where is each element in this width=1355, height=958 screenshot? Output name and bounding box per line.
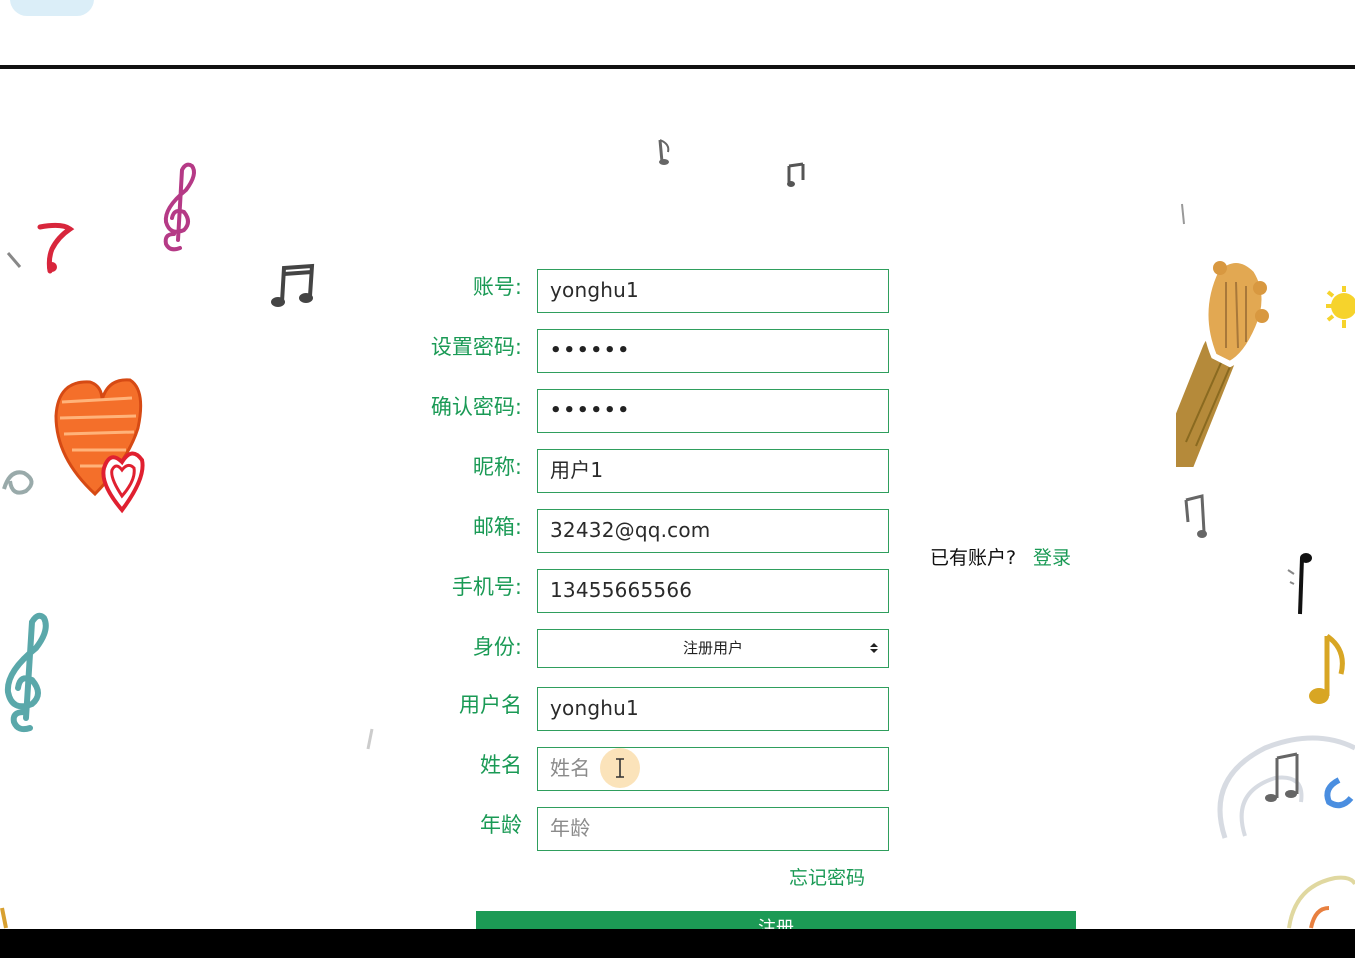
- select-arrows-icon: [870, 643, 878, 653]
- email-label: 邮箱:: [472, 515, 522, 539]
- forgot-password-link[interactable]: 忘记密码: [789, 863, 865, 890]
- cloud-decoration: [10, 0, 94, 16]
- nickname-label: 昵称:: [472, 455, 522, 479]
- account-input[interactable]: yonghu1: [537, 269, 889, 313]
- music-note-icon: [1184, 494, 1207, 538]
- top-header: [0, 0, 1355, 66]
- register-button[interactable]: 注册: [476, 911, 1076, 929]
- guitar-icon: [1176, 257, 1269, 467]
- role-select-value: 注册用户: [682, 639, 743, 657]
- confirm-password-label: 确认密码:: [430, 395, 522, 419]
- password-input[interactable]: ••••••: [537, 329, 889, 373]
- heart-icon: [54, 378, 145, 514]
- age-input[interactable]: 年龄: [537, 807, 889, 851]
- nickname-input[interactable]: 用户1: [537, 449, 889, 493]
- account-label: 账号:: [472, 275, 522, 299]
- music-note-icon: [6, 222, 75, 274]
- treble-clef-icon: [4, 612, 49, 733]
- music-note-icon: [658, 139, 670, 165]
- header-divider: [0, 65, 1355, 69]
- music-note-icon: [787, 162, 805, 187]
- eighth-note-icon: [1287, 553, 1312, 615]
- role-label: 身份:: [472, 635, 522, 659]
- registration-page: 账号: yonghu1 设置密码: •••••• 确认密码: •••••• 昵称…: [0, 0, 1355, 958]
- role-select[interactable]: 注册用户: [537, 629, 889, 668]
- music-note-icon: [2, 470, 34, 495]
- phone-input[interactable]: 13455665566: [537, 569, 889, 613]
- swirl-decoration: [1217, 735, 1355, 839]
- sun-icon: [1326, 286, 1355, 328]
- treble-clef-icon: [163, 162, 196, 252]
- bottom-bar: [0, 929, 1355, 958]
- eighth-note-icon: [1309, 633, 1345, 704]
- music-note-icon: [1181, 203, 1185, 225]
- phone-label: 手机号:: [451, 575, 522, 599]
- age-label: 年龄: [480, 813, 522, 837]
- realname-label: 姓名: [480, 753, 522, 777]
- confirm-password-input[interactable]: ••••••: [537, 389, 889, 433]
- music-note-icon: [0, 907, 8, 929]
- text-cursor-icon: [616, 758, 624, 778]
- eighth-note-icon: [271, 263, 315, 307]
- realname-input[interactable]: 姓名: [537, 747, 889, 791]
- have-account-text: 已有账户?: [930, 547, 1017, 569]
- swirl-decoration: [1287, 875, 1355, 929]
- username-input[interactable]: yonghu1: [537, 687, 889, 731]
- email-input[interactable]: 32432@qq.com: [537, 509, 889, 553]
- login-link[interactable]: 登录: [1033, 543, 1071, 570]
- username-label: 用户名: [459, 693, 522, 717]
- password-label: 设置密码:: [430, 335, 522, 359]
